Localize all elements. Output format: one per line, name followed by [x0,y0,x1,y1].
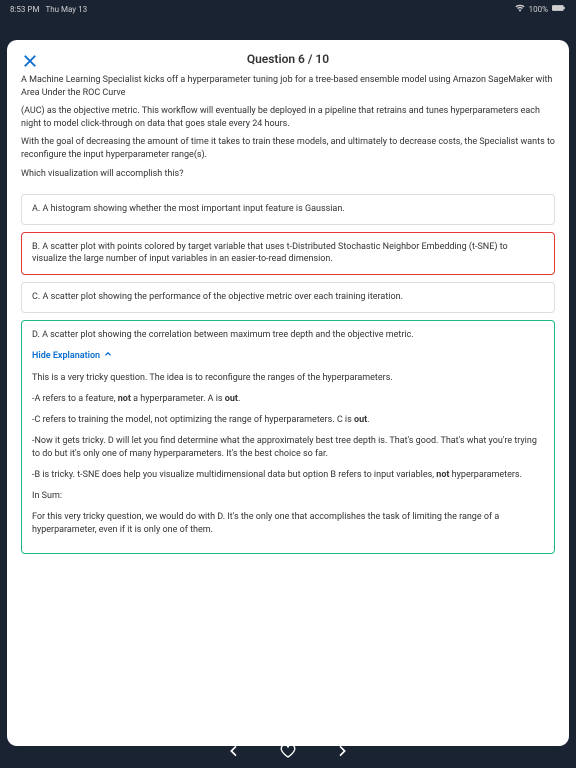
close-button[interactable] [21,52,39,74]
explain-2: -A refers to a feature, not a hyperparam… [32,393,544,406]
option-b[interactable]: B. A scatter plot with points colored by… [21,232,555,275]
prev-button[interactable] [226,743,242,763]
hide-explanation-toggle[interactable]: Hide Explanation [32,349,544,364]
options-list: A. A histogram showing whether the most … [7,194,569,554]
bottom-nav [0,738,576,768]
status-bar: 8:53 PM Thu May 13 100% [0,0,576,18]
explain-7: For this very tricky question, we would … [32,511,544,537]
page-title: Question 6 / 10 [21,52,555,66]
option-d-text: D. A scatter plot showing the correlatio… [32,329,544,342]
explain-3: -C refers to training the model, not opt… [32,414,544,427]
explain-5: -B is tricky. t-SNE does help you visual… [32,469,544,482]
question-p4: Which visualization will accomplish this… [21,168,555,181]
question-p3: With the goal of decreasing the amount o… [21,136,555,161]
question-p1: A Machine Learning Specialist kicks off … [21,74,555,99]
explanation: This is a very tricky question. The idea… [32,372,544,537]
option-c[interactable]: C. A scatter plot showing the performanc… [21,282,555,313]
explain-6: In Sum: [32,490,544,503]
battery-label: 100% [529,5,548,14]
option-a[interactable]: A. A histogram showing whether the most … [21,194,555,225]
option-d[interactable]: D. A scatter plot showing the correlatio… [21,320,555,555]
next-button[interactable] [334,743,350,763]
question-card: Question 6 / 10 A Machine Learning Speci… [7,40,569,746]
explain-4: -Now it gets tricky. D will let you find… [32,435,544,461]
question-text: A Machine Learning Specialist kicks off … [7,74,569,194]
wifi-icon [515,3,525,15]
toggle-label: Hide Explanation [32,350,100,363]
question-p2: (AUC) as the objective metric. This work… [21,105,555,130]
chevron-up-icon [103,349,113,364]
status-date: Thu May 13 [45,5,87,14]
battery-icon [552,4,566,14]
favorite-button[interactable] [280,743,296,763]
status-time: 8:53 PM [10,5,39,14]
explain-1: This is a very tricky question. The idea… [32,372,544,385]
card-header: Question 6 / 10 [7,40,569,74]
